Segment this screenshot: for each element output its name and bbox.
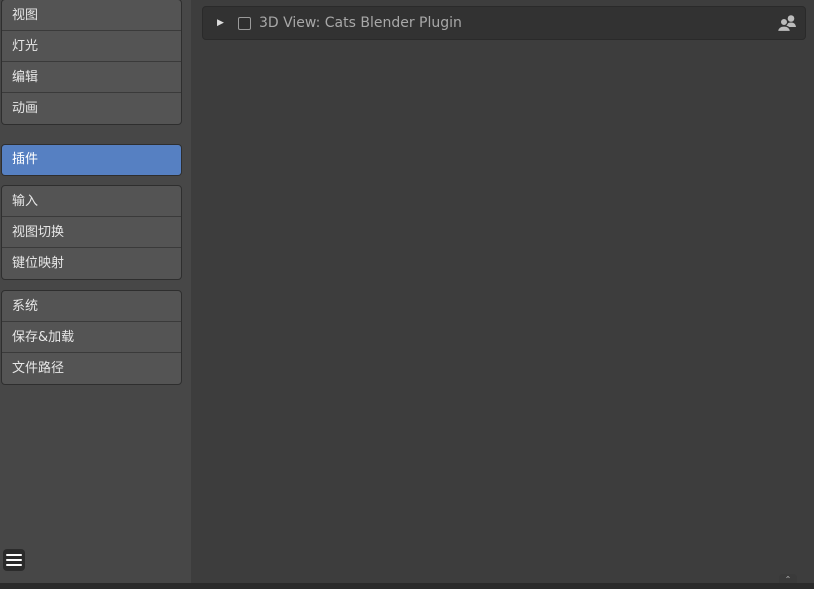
addon-panel-cats-blender-plugin[interactable]: ▶ 3D View: Cats Blender Plugin xyxy=(202,6,806,40)
sidebar-group-input: 输入 视图切换 键位映射 xyxy=(1,185,182,280)
hamburger-menu-icon[interactable] xyxy=(3,549,25,571)
sidebar-group-system: 系统 保存&加载 文件路径 xyxy=(1,290,182,385)
addon-title: 3D View: Cats Blender Plugin xyxy=(259,15,462,31)
sidebar-group-interface: 视图 灯光 编辑 动画 xyxy=(1,0,182,125)
addon-enable-checkbox[interactable] xyxy=(238,17,251,30)
sidebar-item-system[interactable]: 系统 xyxy=(2,291,181,322)
sidebar-item-lights[interactable]: 灯光 xyxy=(2,31,181,62)
users-icon xyxy=(777,15,796,32)
sidebar-item-file-paths[interactable]: 文件路径 xyxy=(2,353,181,384)
sidebar-item-keymap[interactable]: 键位映射 xyxy=(2,248,181,279)
sidebar-item-editing[interactable]: 编辑 xyxy=(2,62,181,93)
addons-list-area: ▶ 3D View: Cats Blender Plugin xyxy=(191,0,814,583)
sidebar-item-animation[interactable]: 动画 xyxy=(2,93,181,124)
status-bar xyxy=(0,583,814,589)
sidebar-item-navigation[interactable]: 视图切换 xyxy=(2,217,181,248)
sidebar-item-viewport[interactable]: 视图 xyxy=(2,0,181,31)
preferences-window: 视图 灯光 编辑 动画 插件 输入 视图切换 键位映射 系统 保存&加载 文件路… xyxy=(0,0,814,589)
triangle-right-icon[interactable]: ▶ xyxy=(217,16,224,30)
preferences-sidebar: 视图 灯光 编辑 动画 插件 输入 视图切换 键位映射 系统 保存&加载 文件路… xyxy=(0,0,191,583)
sidebar-group-addons: 插件 xyxy=(1,144,182,176)
sidebar-item-input[interactable]: 输入 xyxy=(2,186,181,217)
sidebar-item-addons[interactable]: 插件 xyxy=(2,145,181,175)
sidebar-item-save-load[interactable]: 保存&加载 xyxy=(2,322,181,353)
